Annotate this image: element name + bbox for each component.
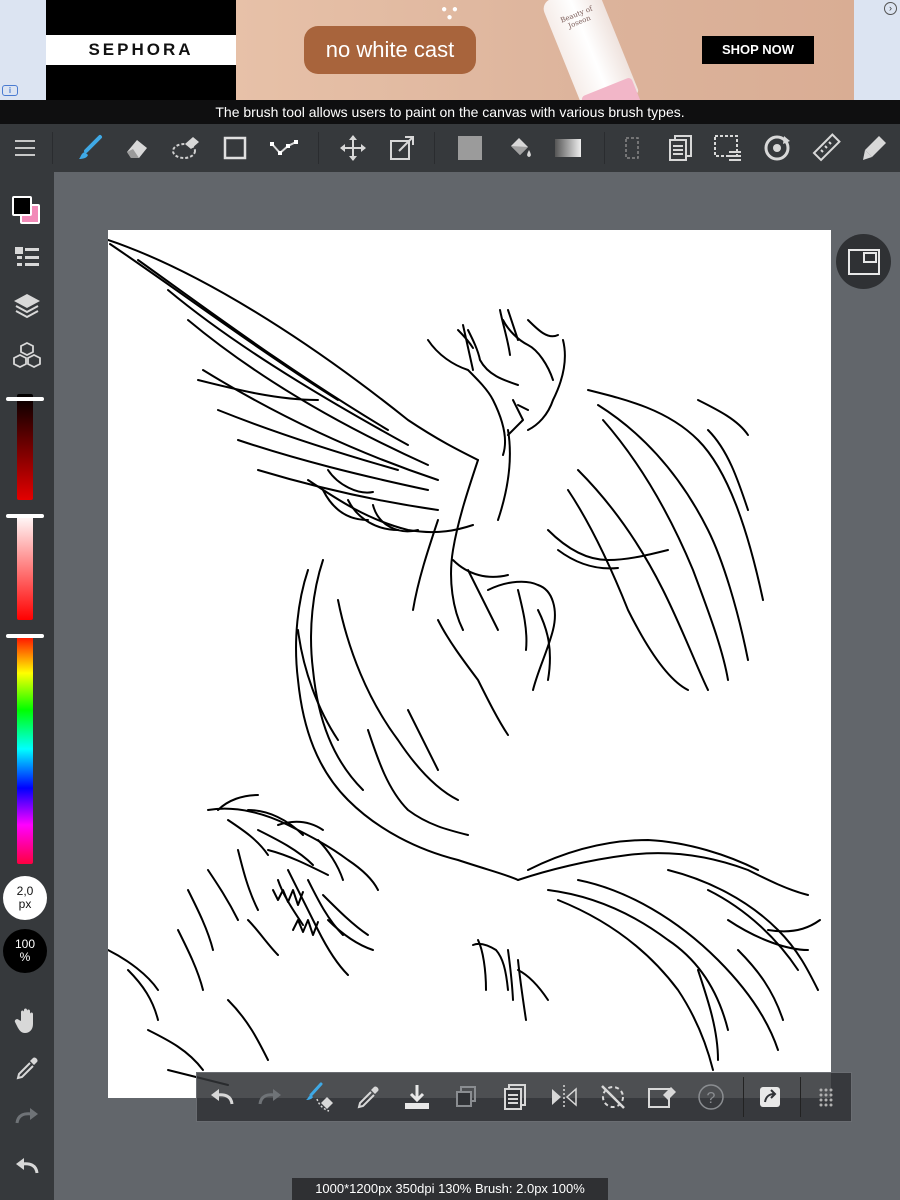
grid-handle-icon[interactable] xyxy=(809,1080,843,1114)
select-list-icon[interactable] xyxy=(710,130,746,166)
ad-carousel-dots: ● ● ● xyxy=(441,4,459,23)
redo-icon[interactable] xyxy=(7,1096,47,1136)
brush-eraser-swap-icon[interactable] xyxy=(302,1080,336,1114)
opacity-unit: % xyxy=(19,950,31,964)
opacity-control[interactable]: 100 % xyxy=(3,929,47,973)
duplicate-icon[interactable] xyxy=(449,1080,483,1114)
quick-access-bar: ? xyxy=(196,1072,852,1122)
toolbar-divider xyxy=(434,132,435,164)
eyedropper-icon[interactable] xyxy=(7,1048,47,1088)
hide-rotation-icon[interactable] xyxy=(596,1080,630,1114)
help-label: ? xyxy=(707,1090,716,1107)
pen-material-icon[interactable] xyxy=(856,130,892,166)
fill-color-icon[interactable] xyxy=(452,130,488,166)
layers-icon[interactable] xyxy=(7,286,47,326)
saturation-slider[interactable] xyxy=(6,514,44,620)
brush-list-icon[interactable] xyxy=(7,238,47,278)
saturation-handle[interactable] xyxy=(6,514,44,518)
paste-icon[interactable] xyxy=(498,1080,532,1114)
eraser-icon[interactable] xyxy=(119,130,155,166)
hue-slider[interactable] xyxy=(6,634,44,864)
ad-brand-panel[interactable]: SEPHORA xyxy=(46,0,236,100)
rotate-view-icon[interactable] xyxy=(759,130,795,166)
polyline-icon[interactable] xyxy=(266,130,302,166)
lasso-eraser-icon[interactable] xyxy=(168,130,204,166)
saturation-track xyxy=(17,514,33,620)
product-cap xyxy=(580,76,645,100)
rectangle-icon[interactable] xyxy=(217,130,253,166)
eyedropper-icon[interactable] xyxy=(351,1080,385,1114)
toolbar-divider xyxy=(604,132,605,164)
close-icon[interactable]: › xyxy=(884,2,897,15)
brush-size-unit: px xyxy=(18,897,32,911)
selection-icon[interactable] xyxy=(614,130,650,166)
ad-headline: no white cast xyxy=(304,26,476,74)
brightness-track xyxy=(17,394,33,500)
foreground-color[interactable] xyxy=(12,196,32,216)
transform-icon[interactable] xyxy=(384,130,420,166)
toolbar-divider xyxy=(52,132,53,164)
hue-handle[interactable] xyxy=(6,634,44,638)
top-toolbar xyxy=(0,124,900,172)
app-root: i SEPHORA ● ● ● no white cast Beauty of … xyxy=(0,0,900,1200)
ad-right-strip xyxy=(854,0,900,100)
brush-size-control[interactable]: 2,0 px xyxy=(3,876,47,920)
help-icon[interactable]: ? xyxy=(694,1080,728,1114)
left-sidebar: 2,0 px 100 % xyxy=(0,172,54,1200)
brush-icon[interactable] xyxy=(72,130,108,166)
undo-icon[interactable] xyxy=(205,1080,239,1114)
bucket-icon[interactable] xyxy=(501,130,537,166)
menu-icon[interactable] xyxy=(8,130,44,166)
product-tube: Beauty of Joseon xyxy=(540,0,645,100)
save-icon[interactable] xyxy=(400,1080,434,1114)
shop-now-button[interactable]: SHOP NOW xyxy=(702,36,814,64)
quickbar-divider xyxy=(800,1077,801,1117)
quickbar-divider xyxy=(743,1077,744,1117)
brightness-handle[interactable] xyxy=(6,397,44,402)
brightness-slider[interactable] xyxy=(6,394,44,500)
canvas-view-toggle[interactable] xyxy=(836,234,891,289)
layer-copy-icon[interactable] xyxy=(662,130,698,166)
ruler-icon[interactable] xyxy=(808,130,844,166)
sketch-artwork xyxy=(108,239,821,1086)
hand-icon[interactable] xyxy=(7,1000,47,1040)
share-icon[interactable] xyxy=(753,1080,787,1114)
redo-icon[interactable] xyxy=(253,1080,287,1114)
brand-logo: SEPHORA xyxy=(88,40,194,59)
transparent-eraser-icon[interactable] xyxy=(645,1080,679,1114)
toolbar-divider xyxy=(318,132,319,164)
gradient-icon[interactable] xyxy=(550,130,586,166)
undo-icon[interactable] xyxy=(7,1146,47,1186)
color-swatch[interactable] xyxy=(12,196,42,226)
ad-creative[interactable]: ● ● ● no white cast Beauty of Joseon SHO… xyxy=(236,0,854,100)
flip-horizontal-icon[interactable] xyxy=(547,1080,581,1114)
product-label: Beauty of Joseon xyxy=(559,4,594,31)
info-icon[interactable]: i xyxy=(2,85,18,96)
materials-icon[interactable] xyxy=(7,336,47,376)
hue-track xyxy=(17,634,33,864)
ad-banner[interactable]: i SEPHORA ● ● ● no white cast Beauty of … xyxy=(0,0,900,100)
window-icon xyxy=(847,248,880,275)
status-bar: 1000*1200px 350dpi 130% Brush: 2.0px 100… xyxy=(292,1178,608,1200)
move-icon[interactable] xyxy=(335,130,371,166)
drawing-canvas[interactable] xyxy=(108,230,831,1098)
tool-tip-bar: The brush tool allows users to paint on … xyxy=(0,100,900,124)
